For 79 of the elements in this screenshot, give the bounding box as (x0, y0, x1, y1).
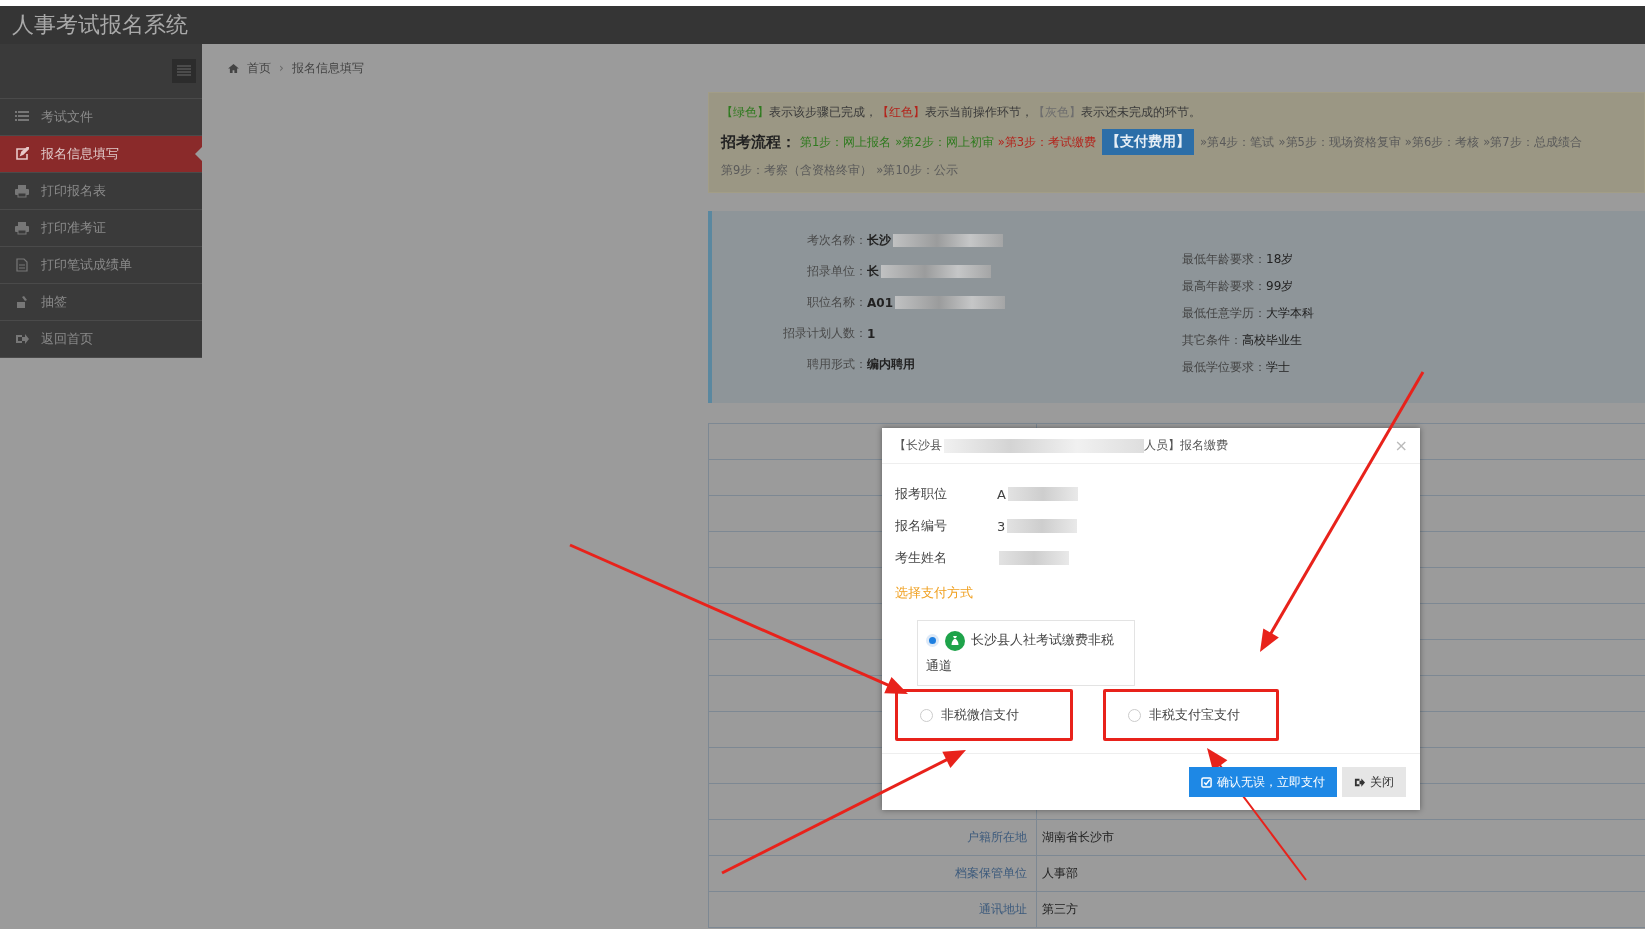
field-value: 湖南省长沙市 (1042, 829, 1114, 846)
info-label: 最高年龄要求： (1182, 278, 1266, 295)
field-label: 通讯地址 (979, 901, 1027, 918)
info-label: 聘用形式： (806, 356, 867, 373)
bar-chart-icon (15, 295, 29, 309)
process-step: »第7步：总成绩合 (1483, 134, 1582, 150)
home-icon (228, 63, 239, 73)
radio-button[interactable] (1128, 708, 1141, 722)
field-label: 报考职位 (895, 485, 948, 503)
app-title: 人事考试报名系统 (12, 11, 188, 39)
process-step: »第4步：笔试 (1200, 134, 1275, 150)
sidebar-item[interactable]: 返回首页 (0, 321, 202, 358)
info-label: 其它条件： (1182, 332, 1242, 349)
sidebar-item[interactable]: 抽签 (0, 284, 202, 321)
confirm-pay-button[interactable]: 确认无误，立即支付 (1189, 767, 1337, 797)
process-step: »第5步：现场资格复审 (1278, 134, 1401, 150)
info-value: 大学本科 (1266, 305, 1314, 322)
info-label: 最低学位要求： (1182, 359, 1266, 376)
close-button[interactable]: 关闭 (1342, 767, 1406, 797)
dialog-title: 【长沙县 (894, 437, 942, 454)
process-step: »第10步：公示 (876, 162, 958, 178)
sidebar-item[interactable]: 打印笔试成绩单 (0, 247, 202, 284)
info-label: 考次名称： (806, 232, 867, 249)
info-value: 长沙 (867, 232, 891, 249)
process-step: »第2步：网上初审 (895, 134, 994, 150)
info-label: 职位名称： (806, 294, 867, 311)
info-label: 最低年龄要求： (1182, 251, 1266, 268)
info-value: 18岁 (1266, 251, 1294, 268)
info-label: 最低任意学历： (1182, 305, 1266, 322)
info-value: 1 (867, 326, 876, 341)
process-step: »第6步：考核 (1404, 134, 1480, 150)
info-value: 学士 (1266, 359, 1290, 376)
info-value: 长 (867, 263, 879, 280)
flow-label: 招考流程： (721, 132, 796, 152)
payment-option[interactable]: 长沙县人社考试缴费非税通道 (917, 620, 1135, 686)
radio-button[interactable] (920, 708, 933, 722)
edit-icon (15, 147, 29, 161)
close-button[interactable]: × (1394, 436, 1408, 455)
process-step: »第3步：考试缴费 (997, 134, 1097, 150)
section-heading: 选择支付方式 (895, 584, 974, 602)
breadcrumb-current: 报名信息填写 (291, 59, 364, 77)
info-value: 99岁 (1266, 278, 1294, 295)
sign-out-icon (1354, 776, 1365, 788)
info-label: 招录计划人数： (782, 325, 867, 342)
list-icon (15, 110, 29, 124)
sidebar-item[interactable]: 打印报名表 (0, 173, 202, 210)
info-value: 高校毕业生 (1242, 332, 1302, 349)
payment-option[interactable]: 非税微信支付 (895, 689, 1073, 741)
breadcrumb-separator: › (279, 61, 284, 75)
field-label: 考生姓名 (895, 549, 948, 567)
field-value: 3 (997, 518, 1006, 534)
field-value: 第三方 (1042, 901, 1078, 918)
payment-option[interactable]: 非税支付宝支付 (1103, 689, 1279, 741)
redacted-block (999, 551, 1069, 565)
info-value: 编内聘用 (867, 356, 915, 373)
money-bag-icon (945, 630, 965, 651)
pay-fee-button[interactable]: 【支付费用】 (1102, 129, 1195, 155)
redacted-block (1007, 519, 1078, 533)
menu-icon[interactable] (172, 59, 196, 83)
process-step: 第1步：网上报名 (800, 134, 892, 150)
checkbox-icon (1201, 776, 1212, 788)
field-label: 报名编号 (895, 517, 948, 535)
field-value: A (997, 486, 1006, 502)
redacted-block (1007, 487, 1078, 501)
info-label: 招录单位： (806, 263, 867, 280)
dialog-title: 人员】报名缴费 (1144, 437, 1228, 454)
field-label: 户籍所在地 (967, 829, 1027, 846)
sign-out-icon (15, 332, 29, 346)
document-icon (15, 258, 29, 272)
info-value: A01 (867, 295, 893, 310)
process-step: 第9步：考察（含资格终审） (721, 162, 873, 178)
field-value: 人事部 (1042, 865, 1078, 882)
radio-button[interactable] (926, 634, 939, 647)
breadcrumb-link[interactable]: 首页 (247, 59, 271, 77)
printer-icon (15, 184, 29, 198)
field-label: 档案保管单位 (955, 865, 1027, 882)
printer-icon (15, 221, 29, 235)
sidebar-item[interactable]: 打印准考证 (0, 210, 202, 247)
sidebar-item[interactable]: 报名信息填写 (0, 136, 202, 173)
